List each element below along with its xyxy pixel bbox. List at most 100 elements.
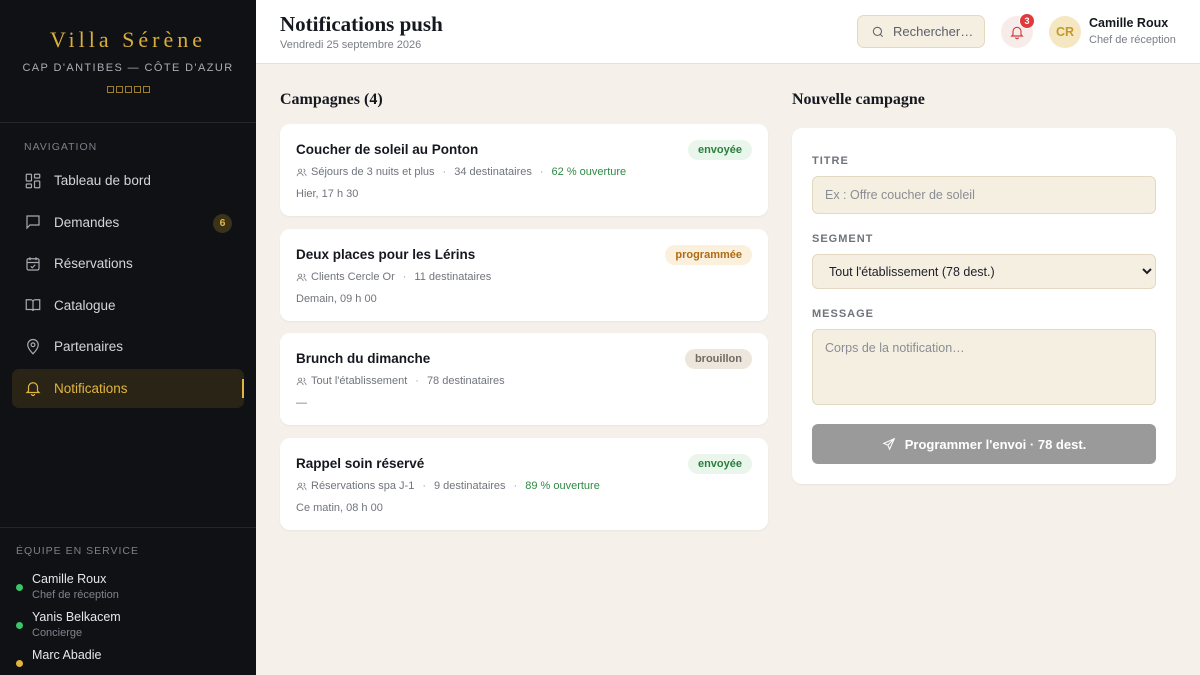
schedule-send-button[interactable]: Programmer l'envoi · 78 dest.	[812, 424, 1156, 464]
segment-field-label: SEGMENT	[812, 233, 874, 245]
star-rating	[0, 86, 256, 93]
team-member: Marc Abadie	[16, 648, 256, 667]
sidebar-item-dashboard[interactable]: Tableau de bord	[12, 161, 244, 200]
status-online-dot	[16, 584, 23, 591]
status-busy-dot	[16, 660, 23, 667]
team-section-label: ÉQUIPE EN SERVICE	[16, 545, 140, 557]
sidebar-nav: Tableau de bord Demandes 6 Réservations …	[12, 161, 244, 411]
status-badge: envoyée	[687, 454, 752, 474]
team-member: Camille Roux Chef de réception	[16, 572, 256, 601]
title-field-label: TITRE	[812, 155, 849, 167]
campaign-segment: Séjours de 3 nuits et plus	[311, 166, 435, 178]
team-member-role: Chef de réception	[32, 589, 119, 601]
avatar[interactable]: CR	[1049, 16, 1081, 48]
meta-separator: ·	[442, 166, 447, 178]
users-icon	[296, 168, 307, 176]
campaign-segment: Clients Cercle Or	[311, 271, 395, 283]
sidebar-item-notifications[interactable]: Notifications	[12, 368, 244, 408]
status-online-dot	[16, 622, 23, 629]
brand: Villa Sérène CAP D'ANTIBES — CÔTE D'AZUR	[0, 0, 256, 123]
campaign-recipients: 11 destinataires	[414, 271, 492, 283]
campaign-card[interactable]: Coucher de soleil au Ponton Séjours de 3…	[280, 124, 768, 216]
sidebar-item-label: Réservations	[54, 256, 133, 272]
sidebar: Villa Sérène CAP D'ANTIBES — CÔTE D'AZUR…	[0, 0, 256, 675]
star-icon	[142, 86, 150, 93]
star-icon	[124, 86, 132, 93]
campaign-segment: Tout l'établissement	[311, 375, 408, 387]
campaign-open-rate: 62 % ouverture	[551, 166, 627, 178]
bell-icon	[25, 382, 41, 397]
search-icon	[872, 26, 884, 37]
requests-count-badge: 6	[213, 213, 232, 233]
campaign-time: Hier, 17 h 30	[296, 188, 359, 200]
campaign-time: Demain, 09 h 00	[296, 293, 377, 305]
users-icon	[296, 377, 307, 385]
star-icon	[106, 86, 114, 93]
campaign-time: Ce matin, 08 h 00	[296, 502, 383, 514]
team-member-name: Marc Abadie	[32, 648, 102, 662]
sidebar-item-label: Partenaires	[54, 339, 124, 355]
user-role: Chef de réception	[1089, 34, 1176, 46]
sidebar-item-label: Notifications	[54, 380, 128, 396]
campaign-card[interactable]: Brunch du dimanche Tout l'établissement …	[280, 333, 768, 425]
campaign-meta: Clients Cercle Or · 11 destinataires	[296, 271, 752, 283]
book-icon	[25, 299, 41, 312]
calendar-check-icon	[26, 256, 40, 271]
status-badge: brouillon	[684, 349, 752, 369]
meta-separator: ·	[402, 271, 407, 283]
schedule-send-label: Programmer l'envoi · 78 dest.	[904, 436, 1087, 452]
meta-separator: ·	[513, 480, 518, 492]
page-date: Vendredi 25 septembre 2026	[280, 39, 422, 51]
page-title: Notifications push	[280, 12, 443, 36]
campaign-open-rate: 89 % ouverture	[525, 480, 600, 492]
campaign-card[interactable]: Deux places pour les Lérins Clients Cerc…	[280, 229, 768, 321]
sidebar-item-label: Catalogue	[54, 297, 116, 313]
campaigns-heading: Campagnes (4)	[280, 91, 383, 108]
campaign-title: Brunch du dimanche	[296, 351, 431, 366]
team-member-name: Yanis Belkacem	[32, 610, 121, 624]
new-campaign-heading: Nouvelle campagne	[792, 91, 925, 108]
title-input[interactable]	[812, 176, 1156, 214]
campaign-recipients: 9 destinataires	[434, 480, 506, 492]
sidebar-item-reservations[interactable]: Réservations	[12, 244, 244, 283]
sidebar-item-label: Demandes	[54, 214, 120, 230]
team-on-duty: ÉQUIPE EN SERVICE Camille Roux Chef de r…	[0, 527, 256, 671]
message-field-label: MESSAGE	[812, 308, 875, 320]
team-member-role: Concierge	[32, 627, 83, 639]
notifications-button[interactable]: 3	[1001, 13, 1035, 48]
campaign-recipients: 78 destinataires	[426, 375, 505, 387]
message-icon	[26, 215, 40, 230]
new-campaign-form: TITRE SEGMENT Tout l'établissement (78 d…	[792, 128, 1176, 484]
campaign-segment: Réservations spa J-1	[311, 480, 415, 492]
campaign-time: —	[296, 397, 307, 409]
status-badge: envoyée	[687, 140, 752, 160]
search-box[interactable]: Rechercher…	[857, 15, 985, 48]
sidebar-item-requests[interactable]: Demandes 6	[12, 203, 244, 242]
campaign-card[interactable]: Rappel soin réservé Réservations spa J-1…	[280, 438, 768, 530]
send-icon	[882, 437, 896, 451]
status-badge: programmée	[665, 245, 752, 265]
sidebar-item-partners[interactable]: Partenaires	[12, 327, 244, 366]
sidebar-item-label: Tableau de bord	[54, 173, 151, 188]
search-placeholder: Rechercher…	[893, 24, 974, 39]
meta-separator: ·	[415, 375, 419, 387]
grid-icon	[25, 173, 41, 188]
brand-name: Villa Sérène	[49, 27, 207, 52]
top-header: Notifications push Vendredi 25 septembre…	[256, 0, 1200, 64]
star-icon	[115, 86, 123, 93]
team-member: Yanis Belkacem Concierge	[16, 610, 256, 639]
user-name: Camille Roux	[1089, 16, 1169, 30]
campaign-title: Coucher de soleil au Ponton	[296, 142, 479, 157]
sidebar-item-catalogue[interactable]: Catalogue	[12, 286, 244, 325]
segment-select[interactable]: Tout l'établissement (78 dest.)	[812, 254, 1156, 289]
map-pin-icon	[27, 338, 39, 355]
campaign-meta: Réservations spa J-1 · 9 destinataires ·…	[296, 480, 752, 492]
nav-section-label: NAVIGATION	[24, 141, 98, 153]
users-icon	[296, 273, 307, 281]
star-icon	[133, 86, 141, 93]
meta-separator: ·	[422, 480, 426, 492]
message-textarea[interactable]	[812, 329, 1156, 405]
campaign-recipients: 34 destinataires	[454, 166, 532, 178]
campaign-meta: Tout l'établissement · 78 destinataires	[296, 375, 752, 387]
users-icon	[296, 482, 307, 490]
